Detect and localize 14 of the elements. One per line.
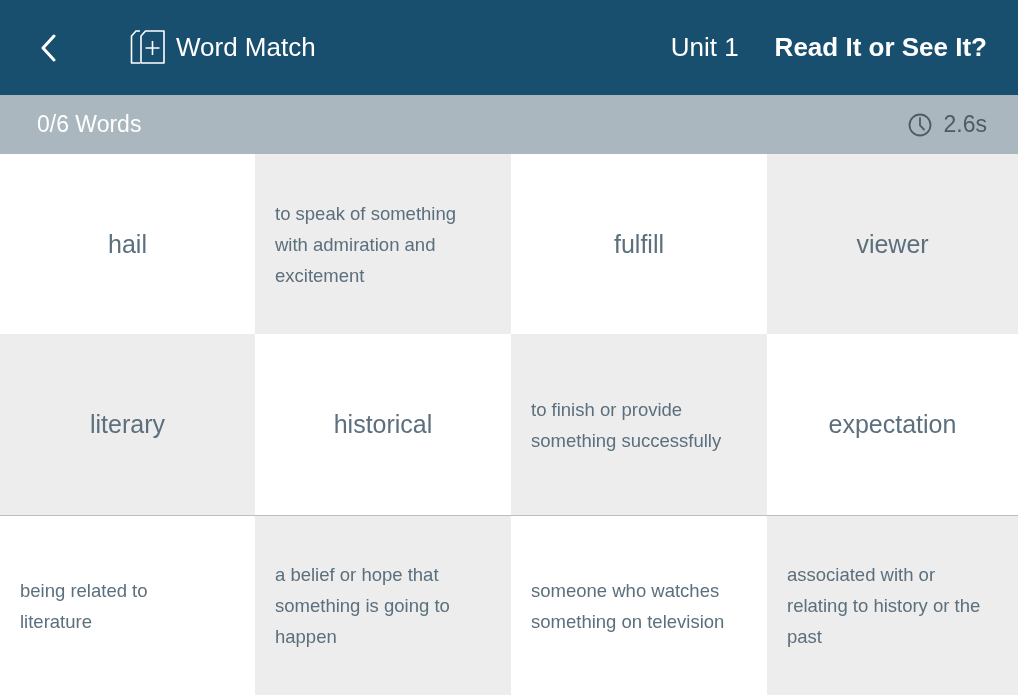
definition-card[interactable]: to finish or provide something successfully [511,334,767,515]
activity-title: Read It or See It? [774,32,987,63]
chevron-left-icon [40,33,56,62]
definition-card[interactable]: a belief or hope that something is going to happen [255,516,511,695]
unit-label: Unit 1 [670,32,739,63]
clock-icon [907,112,932,137]
app-title: Word Match [176,32,316,63]
word-card[interactable]: literary [0,334,255,515]
cards-plus-icon [130,28,166,65]
definition-card[interactable]: to speak of something with admiration and excitement [255,154,511,334]
word-card[interactable]: viewer [767,154,1018,334]
definition-card[interactable]: associated with or relating to history or the past [767,516,1018,695]
timer: 2.6s [943,111,987,138]
word-count: 0/6 Words [37,111,142,138]
